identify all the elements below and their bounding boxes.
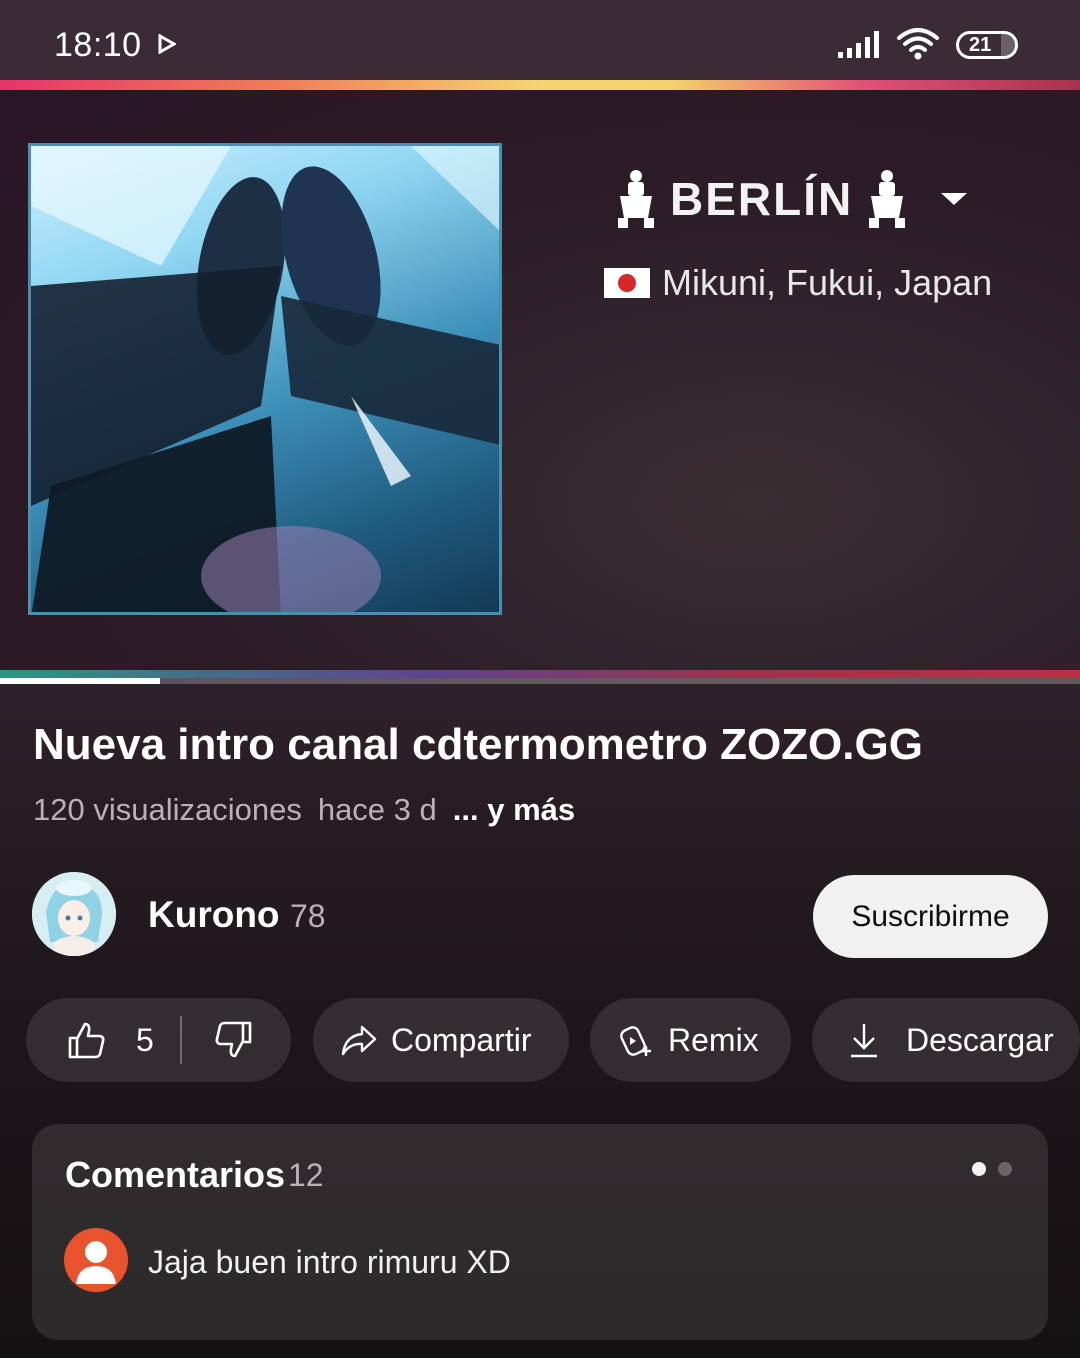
video-overlay-location: Mikuni, Fukui, Japan (604, 262, 992, 304)
wifi-icon (897, 28, 939, 60)
top-comment-text: Jaja buen intro rimuru XD (148, 1244, 511, 1280)
signal-icon (838, 31, 879, 58)
commenter-avatar[interactable] (64, 1228, 128, 1292)
pager-dot-active (972, 1162, 986, 1176)
comments-panel[interactable]: Comentarios 12 Jaja buen intro rimuru XD (32, 1124, 1048, 1340)
subscriber-count: 78 (290, 898, 326, 934)
channel-avatar[interactable] (32, 872, 116, 956)
view-count: 120 visualizaciones (33, 792, 302, 827)
comments-pager (972, 1162, 1012, 1176)
status-time: 18:10 (54, 26, 142, 64)
overlay-title-text: BERLÍN (670, 173, 854, 225)
video-bottom-stripe (0, 670, 1080, 678)
video-progress-bar[interactable] (0, 678, 1080, 684)
like-count: 5 (136, 1021, 154, 1058)
more-link[interactable]: ... y más (453, 792, 575, 828)
like-button[interactable]: 5 (26, 1020, 154, 1060)
video-player[interactable]: BERLÍN Mikuni, Fukui, Japan (0, 80, 1080, 684)
video-title[interactable]: Nueva intro canal cdtermometro ZOZO.GG (33, 720, 923, 770)
comments-title: Comentarios (65, 1154, 286, 1195)
download-label: Descargar (906, 1021, 1054, 1058)
share-icon (341, 1025, 377, 1056)
video-progress-fill (0, 678, 160, 684)
channel-name[interactable]: Kurono (148, 894, 280, 936)
share-button[interactable]: Compartir (313, 998, 569, 1082)
video-meta[interactable]: 120 visualizaciones hace 3 d ... y más (33, 792, 575, 828)
remix-icon (620, 1026, 651, 1056)
comments-count: 12 (288, 1157, 324, 1193)
play-indicator-icon (158, 34, 176, 54)
upload-age: hace 3 d (317, 792, 437, 827)
like-dislike-group: 5 (26, 998, 291, 1082)
thumbs-down-icon (215, 1021, 252, 1058)
video-artwork-image (28, 143, 502, 615)
battery-indicator: 21 (956, 31, 1018, 59)
dislike-button[interactable] (182, 1020, 254, 1060)
remix-label: Remix (668, 1021, 759, 1058)
status-bar: 18:10 21 (0, 0, 1080, 80)
share-label: Compartir (391, 1021, 532, 1058)
video-top-stripe (0, 80, 1080, 90)
download-icon (851, 1024, 877, 1058)
remix-button[interactable]: Remix (590, 998, 791, 1082)
pager-dot (998, 1162, 1012, 1176)
dropdown-arrow-icon (941, 193, 968, 205)
thumbs-up-icon (68, 1022, 105, 1059)
download-button[interactable]: Descargar (812, 998, 1080, 1082)
figure-icon (618, 170, 654, 228)
battery-level: 21 (969, 34, 992, 56)
subscribe-button[interactable]: Suscribirme (813, 875, 1048, 958)
location-text: Mikuni, Fukui, Japan (662, 262, 993, 303)
japan-flag-icon (604, 268, 650, 298)
video-overlay-title: BERLÍN (614, 168, 969, 230)
figure-icon (869, 170, 906, 228)
